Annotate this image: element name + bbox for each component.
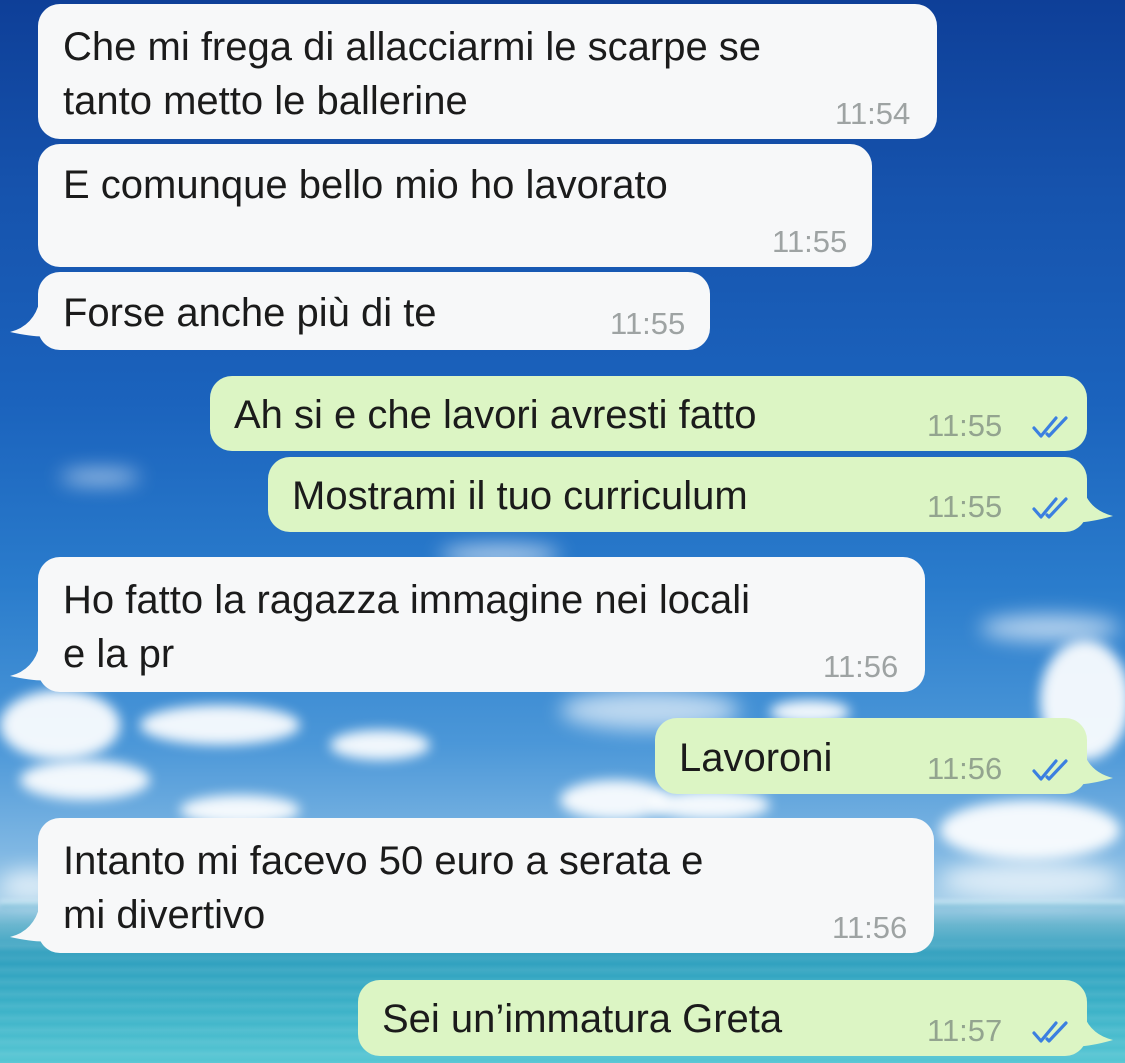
cloud: [650, 790, 770, 820]
cloud: [940, 860, 1120, 900]
message-text: Sei un’immatura Greta: [382, 997, 783, 1041]
cloud: [20, 760, 150, 800]
cloud: [330, 730, 430, 760]
double-check-icon: [1032, 416, 1068, 438]
message-text: Forse anche più di te: [63, 291, 437, 335]
outgoing-message[interactable]: Ah si e che lavori avresti fatto 11:55: [210, 376, 1087, 451]
message-text: Ho fatto la ragazza immagine nei locali …: [63, 578, 751, 676]
message-time: 11:55: [927, 408, 1003, 443]
cloud: [980, 615, 1120, 641]
message-text: Mostrami il tuo curriculum: [292, 474, 748, 518]
incoming-message[interactable]: E comunque bello mio ho lavorato 11:55: [38, 144, 872, 267]
cloud: [140, 705, 300, 745]
cloud: [60, 470, 140, 484]
double-check-icon: [1032, 759, 1068, 781]
message-time: 11:57: [927, 1013, 1003, 1048]
message-text: Ah si e che lavori avresti fatto: [234, 393, 757, 437]
message-time: 11:56: [832, 910, 908, 945]
double-check-icon: [1032, 497, 1068, 519]
message-text: Che mi frega di allacciarmi le scarpe se…: [63, 25, 762, 123]
outgoing-message[interactable]: Mostrami il tuo curriculum 11:55: [268, 457, 1087, 532]
outgoing-message[interactable]: Sei un’immatura Greta 11:57: [358, 980, 1087, 1056]
message-text: Lavoroni: [679, 736, 833, 780]
incoming-message[interactable]: Forse anche più di te 11:55: [38, 272, 710, 350]
incoming-message[interactable]: Ho fatto la ragazza immagine nei locali …: [38, 557, 925, 692]
message-time: 11:55: [927, 489, 1003, 524]
cloud: [940, 800, 1120, 860]
incoming-message[interactable]: Che mi frega di allacciarmi le scarpe se…: [38, 4, 937, 139]
message-time: 11:56: [927, 751, 1003, 786]
message-time: 11:56: [823, 649, 899, 684]
message-time: 11:55: [610, 306, 686, 341]
message-time: 11:54: [835, 96, 911, 131]
message-time: 11:55: [772, 224, 848, 259]
message-text: E comunque bello mio ho lavorato: [63, 163, 668, 207]
message-text: Intanto mi facevo 50 euro a serata e mi …: [63, 839, 704, 937]
incoming-message[interactable]: Intanto mi facevo 50 euro a serata e mi …: [38, 818, 934, 953]
outgoing-message[interactable]: Lavoroni 11:56: [655, 718, 1087, 794]
cloud: [0, 690, 120, 760]
double-check-icon: [1032, 1021, 1068, 1043]
